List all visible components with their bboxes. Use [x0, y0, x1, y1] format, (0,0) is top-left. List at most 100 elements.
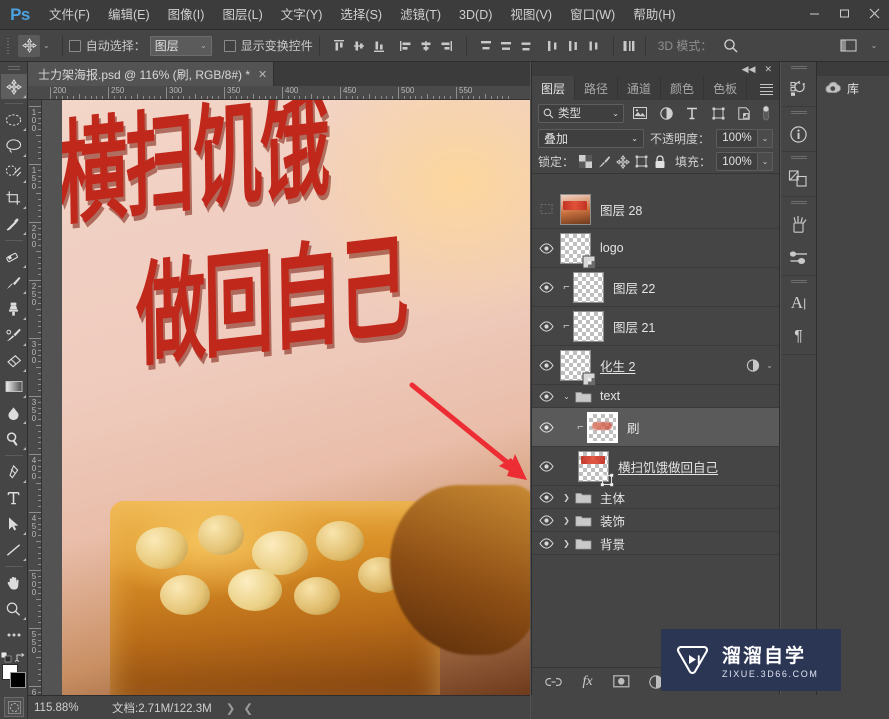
- auto-select-scope-select[interactable]: 图层 ⌄: [149, 35, 212, 56]
- auto-select-checkbox-group[interactable]: 自动选择：: [68, 37, 146, 54]
- layer-visibility-toggle[interactable]: [532, 491, 560, 503]
- adjustments-icon[interactable]: [782, 162, 816, 196]
- info-icon[interactable]: [782, 117, 816, 151]
- default-colors-icon[interactable]: [0, 651, 11, 663]
- group-expand-chevron-down-icon[interactable]: ⌄: [560, 392, 573, 401]
- distribute-top-edges-icon[interactable]: [477, 35, 496, 57]
- group-collapse-chevron-right-icon[interactable]: ❯: [560, 539, 573, 548]
- type-filter-icon[interactable]: [682, 103, 702, 123]
- layer-name[interactable]: text: [600, 389, 620, 403]
- minimize-button[interactable]: [799, 0, 829, 26]
- brush-settings-icon[interactable]: [782, 241, 816, 275]
- layer-name[interactable]: 主体: [600, 488, 625, 507]
- layer-thumbnail[interactable]: [560, 232, 596, 268]
- horizontal-ruler[interactable]: 200 250 300 350 400 450 500 550: [28, 86, 530, 100]
- menu-window[interactable]: 窗口(W): [561, 0, 624, 30]
- layer-row[interactable]: logo: [532, 229, 779, 268]
- layer-thumbnail[interactable]: [587, 411, 618, 443]
- maximize-button[interactable]: [829, 0, 859, 26]
- layer-visibility-toggle[interactable]: [532, 203, 560, 215]
- menu-type[interactable]: 文字(Y): [272, 0, 332, 30]
- close-icon[interactable]: ✕: [258, 68, 267, 81]
- align-horizontal-centers-icon[interactable]: [417, 35, 436, 57]
- layer-row[interactable]: ❯ 主体: [532, 486, 779, 509]
- zoom-tool[interactable]: [1, 596, 27, 621]
- menu-filter[interactable]: 滤镜(T): [391, 0, 450, 30]
- layer-row[interactable]: ❯ 装饰: [532, 509, 779, 532]
- menu-layer[interactable]: 图层(L): [213, 0, 271, 30]
- layer-row[interactable]: 横扫饥饿做回自己: [532, 447, 779, 486]
- blend-mode-select[interactable]: 叠加 ⌄: [538, 128, 644, 148]
- distribute-horizontal-centers-icon[interactable]: [564, 35, 583, 57]
- layer-name[interactable]: 图层 28: [600, 200, 642, 219]
- layer-visibility-toggle[interactable]: [532, 537, 560, 549]
- layer-visibility-toggle[interactable]: [532, 359, 560, 371]
- edit-toolbar-tool[interactable]: [1, 622, 27, 647]
- brush-tool[interactable]: [1, 270, 27, 295]
- menu-help[interactable]: 帮助(H): [624, 0, 684, 30]
- layer-name[interactable]: 背景: [600, 534, 625, 553]
- hand-tool[interactable]: [1, 570, 27, 595]
- background-color-swatch[interactable]: [9, 672, 26, 688]
- align-right-edges-icon[interactable]: [437, 35, 456, 57]
- lock-all-icon[interactable]: [653, 154, 666, 170]
- add-layer-style-icon[interactable]: fx: [579, 673, 597, 691]
- marquee-tool[interactable]: [1, 107, 27, 132]
- options-bar-grip[interactable]: [4, 35, 12, 57]
- layer-row[interactable]: 化生 2 ⌄: [532, 346, 779, 385]
- eraser-tool[interactable]: [1, 348, 27, 373]
- history-icon[interactable]: [782, 72, 816, 106]
- blur-tool[interactable]: [1, 400, 27, 425]
- auto-select-checkbox[interactable]: [68, 39, 81, 52]
- artboard[interactable]: 横扫饥饿 做回自己: [62, 100, 530, 695]
- adjustment-filter-icon[interactable]: [656, 103, 676, 123]
- layer-name[interactable]: 刷: [627, 418, 640, 437]
- align-left-edges-icon[interactable]: [397, 35, 416, 57]
- layer-list[interactable]: 图层 28 logo ⌐ 图层 22 ⌐ 图层 21 化生 2 ⌄ ⌄ text…: [532, 190, 779, 656]
- layer-kind-select[interactable]: 类型 ⌄: [538, 103, 624, 123]
- layer-name[interactable]: 图层 21: [613, 317, 655, 336]
- workspace-switcher-icon[interactable]: [835, 34, 861, 58]
- tab-channels[interactable]: 通道: [618, 76, 662, 100]
- tool-preset-chevron-down-icon[interactable]: ⌄: [43, 41, 50, 50]
- layer-visibility-toggle[interactable]: [532, 390, 560, 402]
- layer-name[interactable]: logo: [600, 241, 624, 255]
- fill-chevron-down-icon[interactable]: ⌄: [758, 152, 773, 171]
- opacity-value[interactable]: 100%: [716, 128, 758, 148]
- tab-paths[interactable]: 路径: [575, 76, 619, 100]
- close-button[interactable]: [859, 0, 889, 26]
- brushes-icon[interactable]: [782, 207, 816, 241]
- layer-name[interactable]: 横扫饥饿做回自己: [618, 457, 718, 476]
- status-expand-icon[interactable]: ❯: [226, 701, 236, 715]
- layer-thumbnail[interactable]: [573, 310, 604, 342]
- layer-name[interactable]: 图层 22: [613, 278, 655, 297]
- layer-row[interactable]: ⌐ 刷: [532, 408, 779, 447]
- menu-file[interactable]: 文件(F): [40, 0, 99, 30]
- distribute-left-edges-icon[interactable]: [544, 35, 563, 57]
- layer-effects-chevron-down-icon[interactable]: ⌄: [766, 361, 773, 370]
- lock-image-pixels-icon[interactable]: [597, 154, 611, 170]
- link-layers-icon[interactable]: [545, 673, 563, 691]
- line-tool[interactable]: [1, 537, 27, 562]
- current-tool-preset[interactable]: ⌄: [12, 34, 56, 58]
- layer-thumbnail[interactable]: [560, 193, 591, 225]
- menu-edit[interactable]: 编辑(E): [99, 0, 159, 30]
- layer-visibility-toggle[interactable]: [532, 242, 560, 254]
- shape-filter-icon[interactable]: [708, 103, 728, 123]
- distribute-vertical-centers-icon[interactable]: [497, 35, 516, 57]
- layer-visibility-toggle[interactable]: [532, 281, 560, 293]
- tab-swatches[interactable]: 色板: [704, 76, 748, 100]
- crop-tool[interactable]: [1, 185, 27, 210]
- distribute-right-edges-icon[interactable]: [584, 35, 603, 57]
- move-tool[interactable]: [0, 74, 27, 99]
- healing-brush-tool[interactable]: [1, 244, 27, 269]
- smart-object-filter-icon[interactable]: [734, 103, 754, 123]
- pen-tool[interactable]: [1, 459, 27, 484]
- gradient-tool[interactable]: [1, 374, 27, 399]
- panel-menu-icon[interactable]: [760, 81, 773, 98]
- eyedropper-tool[interactable]: [1, 211, 27, 236]
- quick-selection-tool[interactable]: [1, 159, 27, 184]
- layer-name[interactable]: 装饰: [600, 511, 625, 530]
- lock-transparent-pixels-icon[interactable]: [579, 154, 593, 170]
- layer-thumbnail[interactable]: [573, 271, 604, 303]
